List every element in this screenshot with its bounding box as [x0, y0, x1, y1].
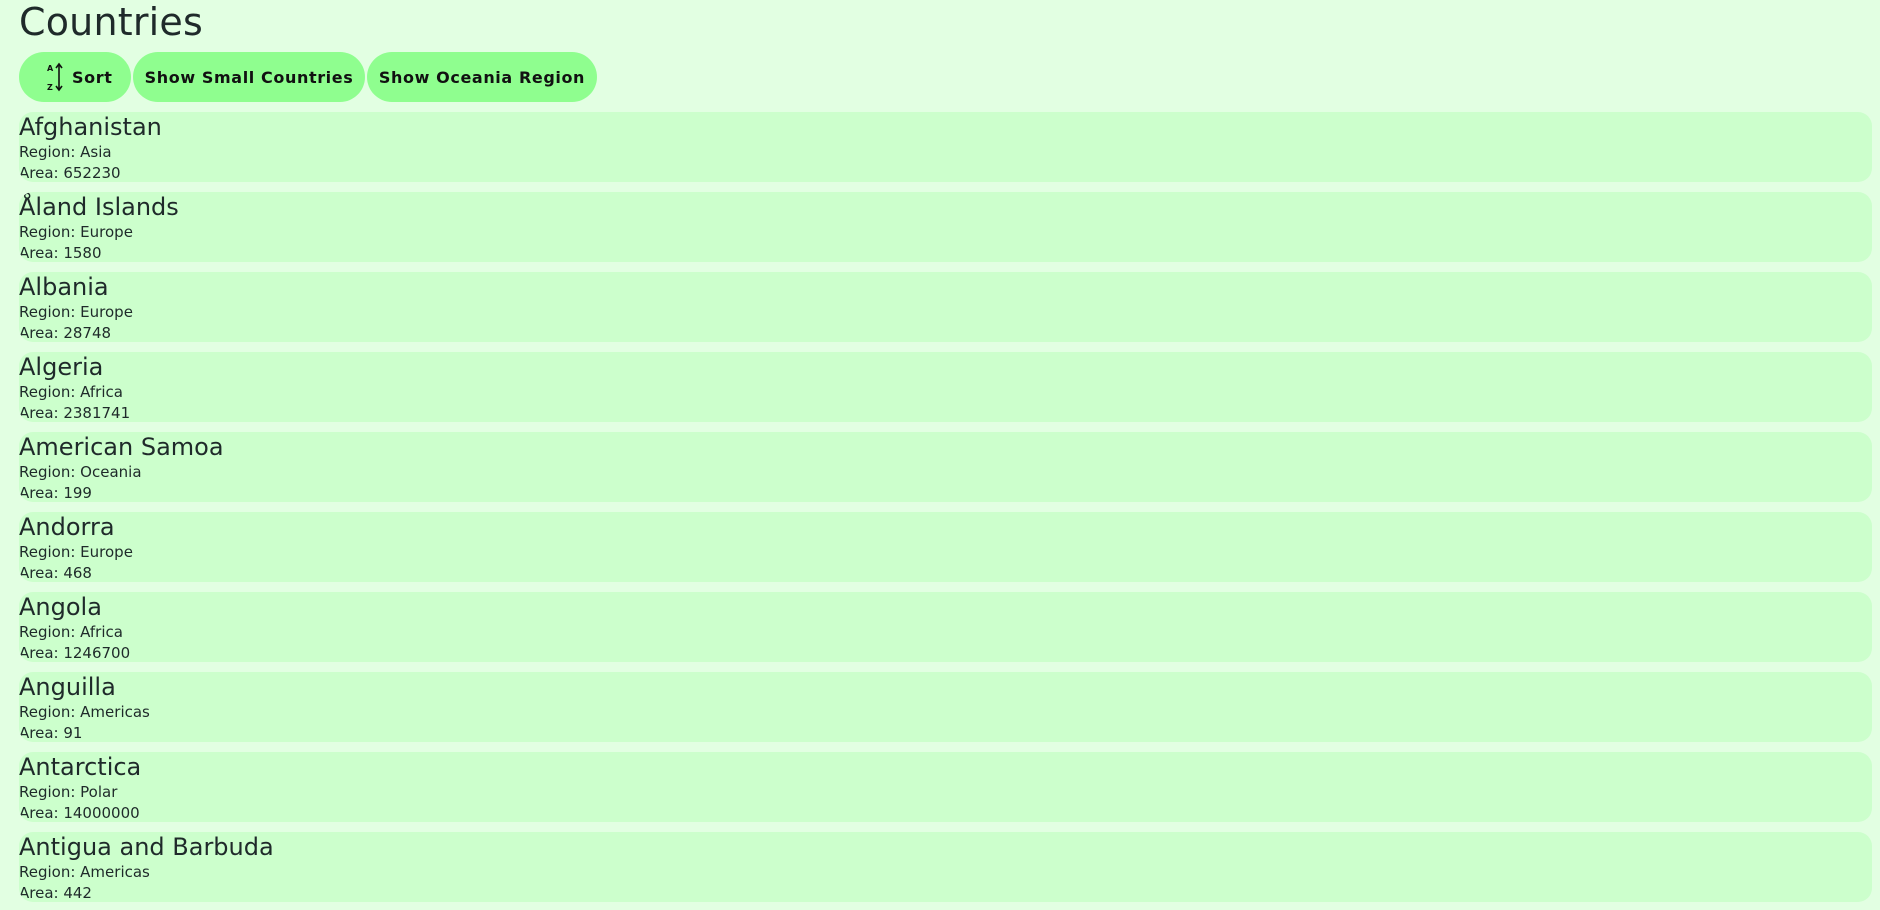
country-region: Region: Oceania — [19, 463, 142, 481]
page: Countries A Z Sort Show Small Countries … — [0, 0, 1880, 902]
country-name: Anguilla — [19, 673, 116, 701]
country-area: Area: 652230 — [19, 164, 121, 182]
country-region: Region: Africa — [19, 623, 123, 641]
country-area: Area: 1246700 — [19, 644, 131, 662]
country-name: Antarctica — [19, 753, 142, 781]
country-card: Andorra Region: Europe Area: 468 — [19, 512, 1872, 582]
country-card: Algeria Region: Africa Area: 2381741 — [19, 352, 1872, 422]
country-name: Andorra — [19, 513, 115, 541]
country-region: Region: Americas — [19, 863, 150, 881]
page-title: Countries — [19, 0, 204, 44]
svg-text:A: A — [47, 64, 54, 73]
country-area: Area: 1580 — [19, 244, 102, 262]
country-region: Region: Europe — [19, 303, 133, 321]
country-card: American Samoa Region: Oceania Area: 199 — [19, 432, 1872, 502]
country-area: Area: 468 — [19, 564, 92, 582]
country-area: Area: 91 — [19, 724, 83, 742]
country-card: Antigua and Barbuda Region: Americas Are… — [19, 832, 1872, 902]
country-card: Albania Region: Europe Area: 28748 — [19, 272, 1872, 342]
country-name: Afghanistan — [19, 113, 162, 141]
country-name: Åland Islands — [19, 193, 179, 221]
sort-button[interactable]: A Z Sort — [19, 52, 131, 102]
country-card: Anguilla Region: Americas Area: 91 — [19, 672, 1872, 742]
country-card: Angola Region: Africa Area: 1246700 — [19, 592, 1872, 662]
country-area: Area: 199 — [19, 484, 92, 502]
country-name: Algeria — [19, 353, 104, 381]
country-name: Angola — [19, 593, 102, 621]
country-region: Region: Polar — [19, 783, 118, 801]
sort-button-label: Sort — [72, 67, 113, 87]
show-small-countries-button[interactable]: Show Small Countries — [133, 52, 365, 102]
country-card: Afghanistan Region: Asia Area: 652230 — [19, 112, 1872, 182]
country-name: Antigua and Barbuda — [19, 833, 274, 861]
sort-alpha-icon: A Z — [47, 62, 63, 92]
country-region: Region: Americas — [19, 703, 150, 721]
country-card: Åland Islands Region: Europe Area: 1580 — [19, 192, 1872, 262]
country-area: Area: 442 — [19, 884, 92, 902]
country-region: Region: Europe — [19, 223, 133, 241]
country-name: Albania — [19, 273, 109, 301]
country-card: Antarctica Region: Polar Area: 14000000 — [19, 752, 1872, 822]
country-region: Region: Africa — [19, 383, 123, 401]
country-region: Region: Europe — [19, 543, 133, 561]
svg-text:Z: Z — [47, 83, 53, 92]
toolbar: A Z Sort Show Small Countries Show Ocean… — [19, 52, 1872, 102]
country-name: American Samoa — [19, 433, 224, 461]
show-oceania-region-button[interactable]: Show Oceania Region — [367, 52, 597, 102]
country-area: Area: 14000000 — [19, 804, 140, 822]
country-area: Area: 2381741 — [19, 404, 131, 422]
country-list: Afghanistan Region: Asia Area: 652230 Ål… — [19, 112, 1872, 902]
country-region: Region: Asia — [19, 143, 112, 161]
country-area: Area: 28748 — [19, 324, 112, 342]
